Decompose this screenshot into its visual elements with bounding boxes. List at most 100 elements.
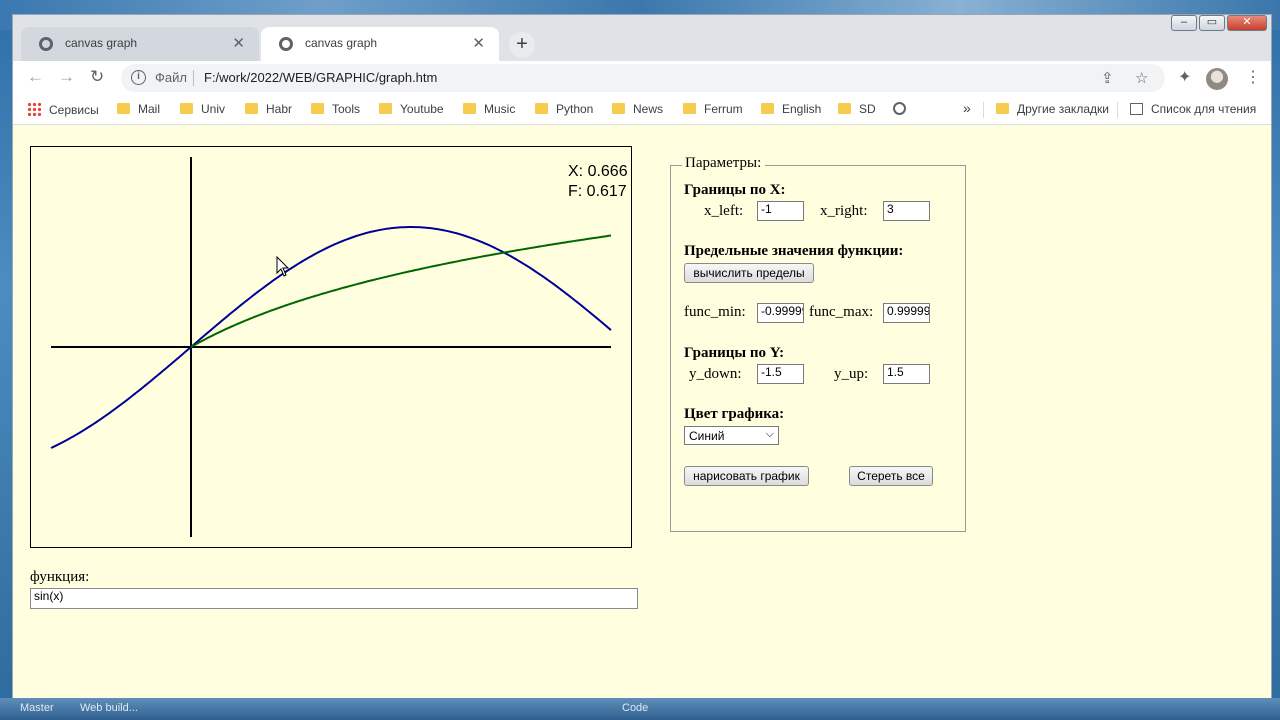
bookmark-folder-univ[interactable]: Univ (180, 102, 225, 116)
draw-graph-button[interactable]: нарисовать график (684, 466, 809, 486)
new-tab-button[interactable]: + (509, 32, 535, 58)
y-down-input[interactable]: -1.5 (757, 364, 804, 384)
tab-strip: canvas graph ✕ canvas graph ✕ + (13, 25, 1173, 61)
folder-icon (379, 103, 392, 114)
globe-icon (279, 37, 293, 51)
star-icon[interactable]: ☆ (1135, 69, 1148, 87)
browser-toolbar: ← → ↻ i Файл F:/work/2022/WEB/GRAPHIC/gr… (13, 61, 1271, 95)
page-content: X: 0.666 F: 0.617 функция: sin(x) Параме… (13, 125, 1271, 698)
function-label: функция: (30, 569, 90, 585)
taskbar-item[interactable]: Master (20, 702, 54, 714)
info-icon[interactable]: i (131, 70, 146, 85)
mouse-cursor-icon (276, 256, 290, 277)
folder-icon (535, 103, 548, 114)
y-up-label: y_up: (834, 366, 869, 382)
compute-limits-button[interactable]: вычислить пределы (684, 263, 814, 283)
tab-canvas-graph-1[interactable]: canvas graph ✕ (21, 27, 259, 61)
share-icon[interactable]: ⇪ (1101, 69, 1114, 87)
globe-icon (39, 37, 53, 51)
readout-x: X: 0.666 (568, 163, 628, 180)
curve-1 (50, 226, 612, 449)
bookmark-folder-python[interactable]: Python (535, 102, 593, 116)
limits-title: Предельные значения функции: (684, 243, 904, 259)
avatar[interactable] (1206, 68, 1228, 90)
reading-list[interactable]: Список для чтения (1130, 102, 1256, 116)
address-bar[interactable]: i Файл F:/work/2022/WEB/GRAPHIC/graph.ht… (121, 64, 1165, 92)
separator (193, 70, 194, 86)
x-left-input[interactable]: -1 (757, 201, 804, 221)
color-title: Цвет графика: (684, 406, 785, 422)
bookmark-apps[interactable]: Сервисы (27, 102, 99, 117)
folder-icon (311, 103, 324, 114)
func-max-label: func_max: (809, 304, 874, 320)
x-right-input[interactable]: 3 (883, 201, 930, 221)
bookmark-globe[interactable] (893, 102, 906, 116)
close-window-button[interactable]: ✕ (1227, 15, 1267, 31)
back-icon[interactable]: ← (27, 67, 44, 87)
bookmark-folder-english[interactable]: English (761, 102, 821, 116)
folder-icon (117, 103, 130, 114)
minimize-button[interactable]: ‒ (1171, 15, 1197, 31)
x-bounds-title: Границы по X: (684, 182, 786, 198)
func-min-label: func_min: (684, 304, 746, 320)
params-fieldset: Параметры: Границы по X: x_left: -1 x_ri… (670, 155, 966, 532)
globe-icon (893, 102, 906, 115)
bookmark-folder-youtube[interactable]: Youtube (379, 102, 444, 116)
bookmark-folder-habr[interactable]: Habr (245, 102, 292, 116)
bookmarks-bar: Сервисы Mail Univ Habr Tools Youtube Mus… (13, 95, 1271, 125)
apps-icon (27, 102, 41, 116)
chevron-down-icon: ⌵ (765, 428, 774, 440)
clear-all-button[interactable]: Стереть все (849, 466, 933, 486)
folder-icon (612, 103, 625, 114)
bookmark-folder-tools[interactable]: Tools (311, 102, 360, 116)
bookmark-other[interactable]: Другие закладки (996, 102, 1109, 116)
bookmark-folder-news[interactable]: News (612, 102, 663, 116)
bookmarks-overflow-icon[interactable]: » (963, 100, 971, 116)
menu-icon[interactable]: ⋮ (1245, 67, 1261, 87)
bookmark-folder-music[interactable]: Music (463, 102, 515, 116)
bookmark-folder-mail[interactable]: Mail (117, 102, 160, 116)
reading-list-icon (1130, 103, 1143, 115)
separator (983, 102, 984, 118)
folder-icon (683, 103, 696, 114)
separator (1117, 102, 1118, 118)
browser-window: ‒ ▭ ✕ canvas graph ✕ canvas graph ✕ + ← … (12, 14, 1272, 698)
graph-plot (50, 157, 612, 537)
params-legend: Параметры: (683, 155, 764, 172)
folder-icon (996, 103, 1009, 114)
close-tab-icon[interactable]: ✕ (472, 34, 485, 52)
cursor-readout: X: 0.666 F: 0.617 (568, 162, 628, 202)
folder-icon (838, 103, 851, 114)
function-input[interactable]: sin(x) (30, 588, 638, 609)
taskbar-item[interactable]: Code (622, 702, 648, 714)
x-left-label: x_left: (704, 203, 744, 219)
window-controls: ‒ ▭ ✕ (1171, 15, 1267, 33)
y-down-label: y_down: (689, 366, 742, 382)
graph-canvas[interactable]: X: 0.666 F: 0.617 (30, 146, 632, 548)
folder-icon (180, 103, 193, 114)
readout-f: F: 0.617 (568, 183, 627, 200)
maximize-button[interactable]: ▭ (1199, 15, 1225, 31)
taskbar-item[interactable]: Web build... (80, 702, 138, 714)
bookmark-folder-sd[interactable]: SD (838, 102, 876, 116)
func-min-input[interactable]: -0.99999 (757, 303, 804, 323)
bookmark-folder-ferrum[interactable]: Ferrum (683, 102, 743, 116)
folder-icon (761, 103, 774, 114)
y-bounds-title: Границы по Y: (684, 345, 785, 361)
x-right-label: x_right: (820, 203, 868, 219)
folder-icon (245, 103, 258, 114)
forward-icon[interactable]: → (58, 67, 75, 87)
func-max-input[interactable]: 0.99999 (883, 303, 930, 323)
color-select-value: Синий (689, 429, 725, 443)
close-tab-icon[interactable]: ✕ (232, 34, 245, 52)
color-select[interactable]: Синий ⌵ (684, 426, 779, 445)
y-up-input[interactable]: 1.5 (883, 364, 930, 384)
reload-icon[interactable]: ↻ (90, 67, 104, 87)
curve-2 (190, 234, 612, 348)
folder-icon (463, 103, 476, 114)
extensions-icon[interactable]: ✦ (1178, 67, 1191, 87)
scheme-label: Файл (155, 70, 187, 85)
tab-title: canvas graph (65, 36, 138, 50)
tab-canvas-graph-2[interactable]: canvas graph ✕ (261, 27, 499, 61)
url-text[interactable]: F:/work/2022/WEB/GRAPHIC/graph.htm (204, 70, 437, 85)
